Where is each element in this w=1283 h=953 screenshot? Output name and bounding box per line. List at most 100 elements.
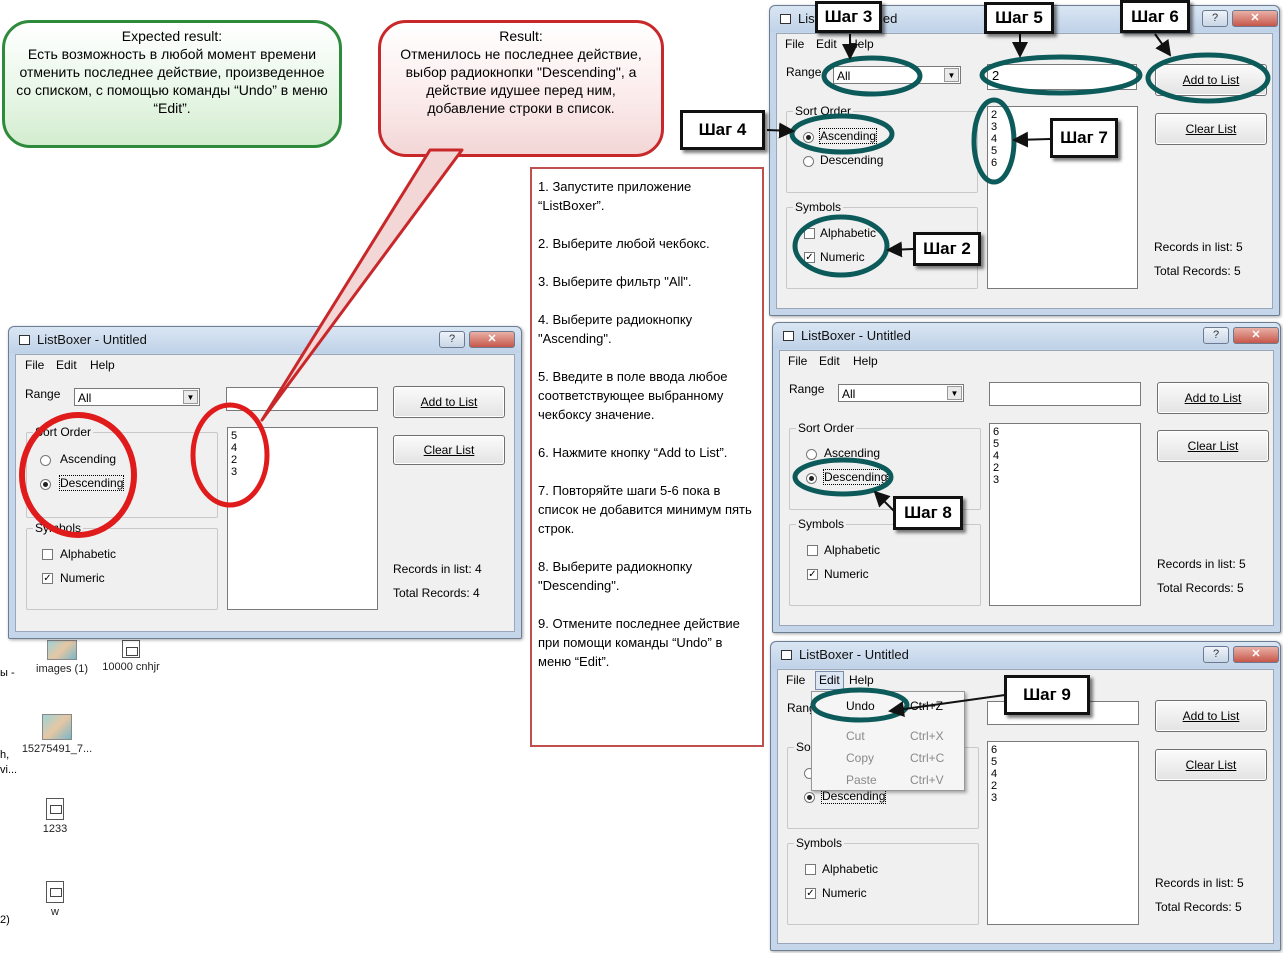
list-item[interactable]: 3 bbox=[990, 474, 1140, 486]
list-item[interactable]: 4 bbox=[988, 768, 1138, 780]
help-title-button[interactable]: ? bbox=[1202, 10, 1228, 27]
range-combo[interactable]: All ▼ bbox=[833, 66, 961, 84]
descending-radio[interactable] bbox=[803, 156, 814, 167]
chevron-down-icon[interactable]: ▼ bbox=[944, 68, 959, 82]
list-item[interactable]: 2 bbox=[990, 462, 1140, 474]
list-item[interactable]: 5 bbox=[228, 430, 377, 442]
descending-label: Descending bbox=[820, 153, 884, 167]
add-to-list-button[interactable]: Add to List bbox=[393, 386, 505, 418]
close-button[interactable]: ✕ bbox=[1232, 10, 1278, 27]
descending-radio[interactable] bbox=[806, 473, 817, 484]
desktop-icon-1233[interactable]: 1233 bbox=[30, 798, 80, 835]
value-input[interactable]: 2 bbox=[987, 64, 1137, 90]
menu-item-shortcut: Ctrl+V bbox=[910, 773, 944, 787]
clear-list-button[interactable]: Clear List bbox=[1157, 430, 1269, 462]
desktop-icon-10000[interactable]: 10000 cnhjr bbox=[95, 640, 167, 673]
menu-file[interactable]: File bbox=[786, 673, 805, 687]
menu-help[interactable]: Help bbox=[90, 358, 115, 372]
menu-file[interactable]: File bbox=[25, 358, 44, 372]
menu-help[interactable]: Help bbox=[853, 354, 878, 368]
numeric-checkbox[interactable]: ✓ bbox=[805, 888, 816, 899]
title-bar[interactable]: ListBoxer - Untitled ? ✕ bbox=[771, 642, 1280, 668]
clear-list-button[interactable]: Clear List bbox=[1155, 113, 1267, 145]
menu-help[interactable]: Help bbox=[849, 37, 874, 51]
close-button[interactable]: ✕ bbox=[1233, 327, 1279, 344]
list-item[interactable]: 6 bbox=[988, 744, 1138, 756]
value-input[interactable] bbox=[989, 382, 1141, 406]
add-to-list-button[interactable]: Add to List bbox=[1157, 382, 1269, 414]
menu-edit[interactable]: Edit bbox=[819, 354, 840, 368]
ascending-label: Ascending bbox=[818, 128, 878, 144]
menu-help[interactable]: Help bbox=[849, 673, 874, 687]
list-item[interactable]: 4 bbox=[990, 450, 1140, 462]
help-title-button[interactable]: ? bbox=[439, 331, 465, 348]
records-in-list: Records in list: 5 bbox=[1155, 876, 1244, 890]
list-item[interactable]: 2 bbox=[228, 454, 377, 466]
clear-list-button[interactable]: Clear List bbox=[1155, 749, 1267, 781]
list-item[interactable]: 6 bbox=[990, 426, 1140, 438]
symbols-label: Symbols bbox=[793, 200, 844, 214]
sort-order-group: Sort Order Ascending Descending bbox=[26, 425, 218, 518]
ascending-label: Ascending bbox=[824, 446, 881, 460]
items-listbox[interactable]: 6 5 4 2 3 bbox=[987, 741, 1139, 925]
menu-item-undo[interactable]: Undo Ctrl+Z bbox=[812, 695, 964, 717]
alphabetic-checkbox[interactable] bbox=[804, 228, 815, 239]
menu-edit[interactable]: Edit bbox=[56, 358, 77, 372]
symbols-group: Symbols Alphabetic ✓ Numeric bbox=[789, 517, 981, 606]
title-bar[interactable]: ListBoxer - Untitled ? ✕ bbox=[773, 323, 1280, 349]
add-to-list-label: Add to List bbox=[420, 395, 478, 409]
list-item[interactable]: 3 bbox=[988, 792, 1138, 804]
list-item[interactable]: 2 bbox=[988, 780, 1138, 792]
items-listbox[interactable]: 6 5 4 2 3 bbox=[989, 423, 1141, 606]
range-label: Range bbox=[25, 387, 61, 401]
alphabetic-checkbox[interactable] bbox=[42, 549, 53, 560]
clear-list-button[interactable]: Clear List bbox=[393, 435, 505, 465]
menu-item-paste[interactable]: Paste Ctrl+V bbox=[812, 769, 964, 791]
help-title-button[interactable]: ? bbox=[1203, 646, 1229, 663]
expected-result-text: Есть возможность в любой момент времени … bbox=[16, 46, 328, 116]
chevron-down-icon[interactable]: ▼ bbox=[947, 386, 962, 400]
desktop-icon-15275491[interactable]: 15275491_7... bbox=[14, 714, 100, 755]
descending-radio[interactable] bbox=[804, 792, 815, 803]
menu-item-cut[interactable]: Cut Ctrl+X bbox=[812, 725, 964, 747]
desktop-icon-images-1[interactable]: images (1) bbox=[22, 640, 102, 675]
ascending-radio[interactable] bbox=[806, 449, 817, 460]
range-combo[interactable]: All ▼ bbox=[74, 388, 200, 406]
menu-edit[interactable]: Edit bbox=[815, 671, 844, 690]
menu-file[interactable]: File bbox=[788, 354, 807, 368]
numeric-checkbox[interactable]: ✓ bbox=[42, 573, 53, 584]
ascending-radio[interactable] bbox=[803, 132, 814, 143]
step-label-7: Шаг 7 bbox=[1050, 118, 1118, 158]
app-icon bbox=[781, 650, 792, 660]
close-button[interactable]: ✕ bbox=[469, 331, 515, 348]
add-to-list-button[interactable]: Add to List bbox=[1155, 700, 1267, 732]
menu-item-copy[interactable]: Copy Ctrl+C bbox=[812, 747, 964, 769]
title-bar[interactable]: ListBoxer - Untitled ? ✕ bbox=[9, 327, 521, 353]
help-title-button[interactable]: ? bbox=[1203, 327, 1229, 344]
list-item[interactable]: 3 bbox=[228, 466, 377, 478]
range-combo[interactable]: All ▼ bbox=[838, 384, 964, 402]
ascending-radio[interactable] bbox=[40, 455, 51, 466]
desktop-background: images (1) 10000 cnhjr 15275491_7... 123… bbox=[0, 638, 528, 953]
list-item[interactable]: 5 bbox=[990, 438, 1140, 450]
value-input[interactable] bbox=[226, 387, 378, 411]
alphabetic-checkbox[interactable] bbox=[805, 864, 816, 875]
menu-edit[interactable]: Edit bbox=[816, 37, 837, 51]
close-button[interactable]: ✕ bbox=[1233, 646, 1279, 663]
step-label-9: Шаг 9 bbox=[1004, 675, 1090, 715]
items-listbox[interactable]: 5 4 2 3 bbox=[227, 427, 378, 610]
chevron-down-icon[interactable]: ▼ bbox=[183, 390, 198, 404]
add-to-list-button[interactable]: Add to List bbox=[1155, 64, 1267, 96]
listboxer-window-steps-2-7: List led ? ✕ File Edit Help Range All ▼ … bbox=[769, 5, 1280, 316]
numeric-checkbox[interactable]: ✓ bbox=[804, 252, 815, 263]
list-item[interactable]: 5 bbox=[988, 756, 1138, 768]
document-icon bbox=[46, 881, 64, 903]
list-item[interactable]: 6 bbox=[988, 157, 1137, 169]
alphabetic-checkbox[interactable] bbox=[807, 545, 818, 556]
descending-radio[interactable] bbox=[40, 479, 51, 490]
window-client: File Edit Help Range All ▼ 2 Add to List… bbox=[776, 33, 1273, 309]
numeric-checkbox[interactable]: ✓ bbox=[807, 569, 818, 580]
desktop-icon-w[interactable]: w bbox=[30, 881, 80, 918]
list-item[interactable]: 4 bbox=[228, 442, 377, 454]
menu-file[interactable]: File bbox=[785, 37, 804, 51]
